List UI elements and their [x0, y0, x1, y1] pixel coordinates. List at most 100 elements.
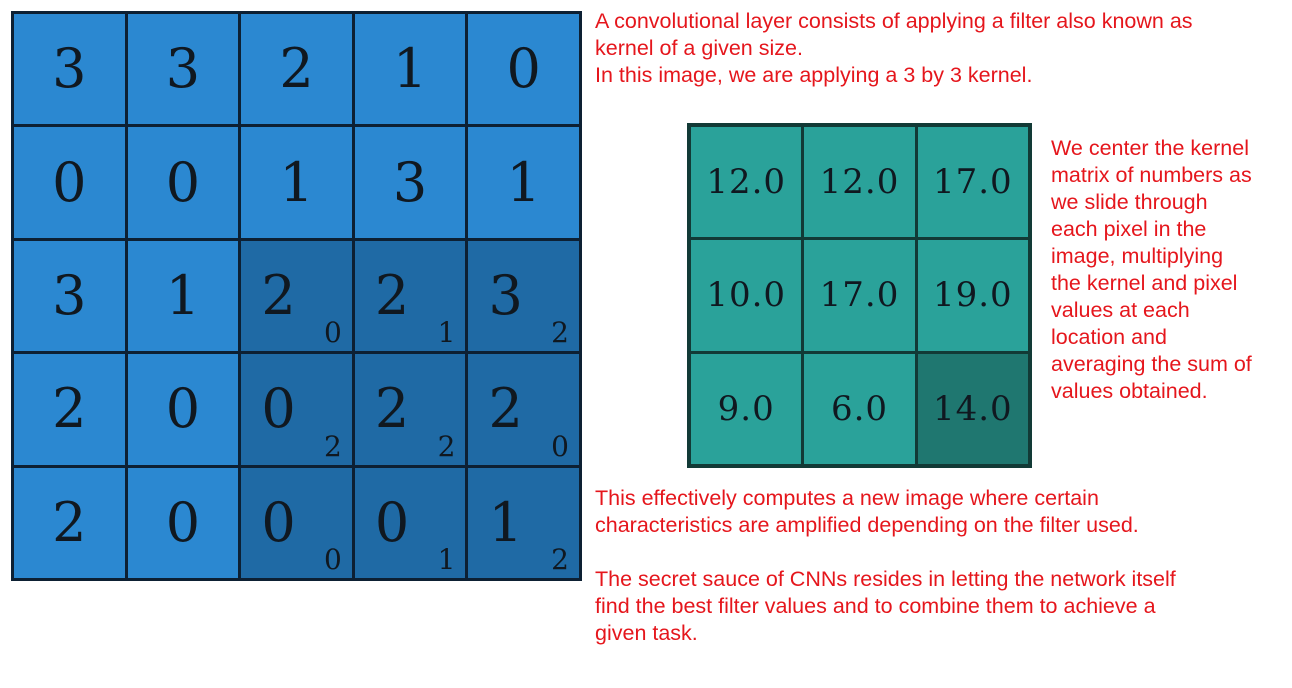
intro-note-line: In this image, we are applying a 3 by 3 …	[595, 63, 1033, 87]
pixel-cell: 1	[354, 14, 466, 125]
pixel-value: 1	[392, 37, 428, 101]
pixel-cell: 2	[14, 467, 125, 578]
output-value: 17.0	[932, 162, 1013, 203]
pixel-value: 0	[506, 37, 541, 101]
kernel-covered-pixel-cell: 00	[241, 467, 352, 578]
kernel-weight: 0	[323, 543, 342, 576]
pixel-cell: 1	[127, 240, 239, 352]
pixel-value: 2	[261, 263, 296, 327]
output-value: 6.0	[830, 388, 889, 429]
kernel-weight: 2	[437, 429, 456, 463]
intro-note: A convolutional layer consists of applyi…	[595, 8, 1285, 89]
pixel-value: 0	[261, 490, 296, 554]
output-value: 17.0	[819, 275, 900, 316]
output-value: 14.0	[932, 388, 1013, 429]
output-cell: 12.0	[691, 127, 802, 238]
secret-sauce-note: The secret sauce of CNNs resides in lett…	[595, 566, 1285, 647]
kernel-note: We center the kernel matrix of numbers a…	[1051, 135, 1291, 405]
secret-note-line: find the best filter values and to combi…	[595, 594, 1156, 618]
pixel-value: 0	[165, 490, 201, 554]
pixel-cell: 3	[127, 14, 239, 125]
intro-note-line: kernel of a given size.	[595, 36, 803, 60]
kernel-weight: 2	[551, 316, 569, 350]
kernel-note-line: image, multiplying	[1051, 244, 1224, 268]
output-cell: 6.0	[804, 353, 915, 464]
kernel-note-line: we slide through	[1051, 190, 1208, 214]
pixel-value: 2	[488, 377, 523, 441]
pixel-value: 3	[52, 37, 87, 101]
kernel-weight: 1	[437, 543, 456, 576]
pixel-value: 2	[52, 490, 87, 554]
input-image-grid: 3321000131312021322002222020000112	[11, 11, 582, 581]
output-feature-map-grid: 12.0 12.0 17.0 10.0 17.0 19.0 9.0 6.0 14.0	[687, 123, 1032, 468]
pixel-value: 0	[374, 490, 410, 554]
kernel-covered-pixel-cell: 22	[354, 354, 466, 465]
pixel-value: 1	[279, 150, 314, 214]
kernel-covered-pixel-cell: 02	[241, 354, 352, 465]
pixel-value: 1	[488, 490, 523, 554]
pixel-cell: 1	[241, 127, 352, 238]
pixel-value: 3	[52, 263, 87, 327]
kernel-weight: 2	[323, 429, 342, 463]
output-cell: 10.0	[691, 240, 802, 351]
pixel-value: 0	[165, 377, 201, 441]
output-cell: 9.0	[691, 353, 802, 464]
pixel-value: 0	[165, 150, 201, 214]
kernel-note-line: values at each	[1051, 298, 1190, 322]
kernel-note-line: averaging the sum of	[1051, 352, 1252, 376]
output-cell: 12.0	[804, 127, 915, 238]
pixel-cell: 0	[127, 354, 239, 465]
pixel-cell: 3	[14, 240, 125, 352]
kernel-note-line: each pixel in the	[1051, 217, 1207, 241]
pixel-cell: 3	[354, 127, 466, 238]
effect-note-line: This effectively computes a new image wh…	[595, 486, 1099, 510]
kernel-note-line: location and	[1051, 325, 1167, 349]
pixel-cell: 2	[14, 354, 125, 465]
kernel-weight: 0	[323, 316, 342, 350]
pixel-value: 2	[374, 263, 410, 327]
kernel-note-line: matrix of numbers as	[1051, 163, 1252, 187]
output-cell: 17.0	[804, 240, 915, 351]
pixel-value: 1	[506, 150, 541, 214]
pixel-value: 2	[279, 37, 314, 101]
kernel-weight: 2	[551, 543, 569, 576]
kernel-covered-pixel-cell: 01	[354, 467, 466, 578]
pixel-cell: 2	[241, 14, 352, 125]
pixel-cell: 0	[14, 127, 125, 238]
output-value: 19.0	[932, 275, 1013, 316]
pixel-cell: 1	[468, 127, 579, 238]
secret-note-line: given task.	[595, 621, 698, 645]
current-output-cell: 14.0	[917, 353, 1028, 464]
output-value: 9.0	[717, 388, 775, 429]
pixel-value: 1	[165, 263, 201, 327]
pixel-value: 3	[488, 263, 523, 327]
output-value: 10.0	[706, 275, 787, 316]
pixel-value: 3	[165, 37, 201, 101]
kernel-note-line: values obtained.	[1051, 379, 1208, 403]
output-cell: 19.0	[917, 240, 1028, 351]
pixel-cell: 0	[468, 14, 579, 125]
kernel-covered-pixel-cell: 32	[468, 240, 579, 352]
pixel-cell: 0	[127, 127, 239, 238]
pixel-value: 2	[52, 377, 87, 441]
output-cell: 17.0	[917, 127, 1028, 238]
kernel-covered-pixel-cell: 20	[241, 240, 352, 352]
pixel-value: 0	[52, 150, 87, 214]
pixel-value: 0	[261, 377, 296, 441]
kernel-note-line: We center the kernel	[1051, 136, 1249, 160]
output-value: 12.0	[819, 162, 900, 203]
pixel-cell: 0	[127, 467, 239, 578]
output-value: 12.0	[706, 162, 787, 203]
pixel-value: 2	[374, 377, 410, 441]
kernel-covered-pixel-cell: 21	[354, 240, 466, 352]
secret-note-line: The secret sauce of CNNs resides in lett…	[595, 567, 1176, 591]
intro-note-line: A convolutional layer consists of applyi…	[595, 9, 1193, 33]
kernel-note-line: the kernel and pixel	[1051, 271, 1238, 295]
kernel-weight: 1	[437, 316, 456, 350]
pixel-value: 3	[392, 150, 428, 214]
pixel-cell: 3	[14, 14, 125, 125]
kernel-covered-pixel-cell: 20	[468, 354, 579, 465]
effect-note-line: characteristics are amplified depending …	[595, 513, 1139, 537]
effect-note: This effectively computes a new image wh…	[595, 485, 1285, 539]
kernel-weight: 0	[551, 429, 569, 463]
